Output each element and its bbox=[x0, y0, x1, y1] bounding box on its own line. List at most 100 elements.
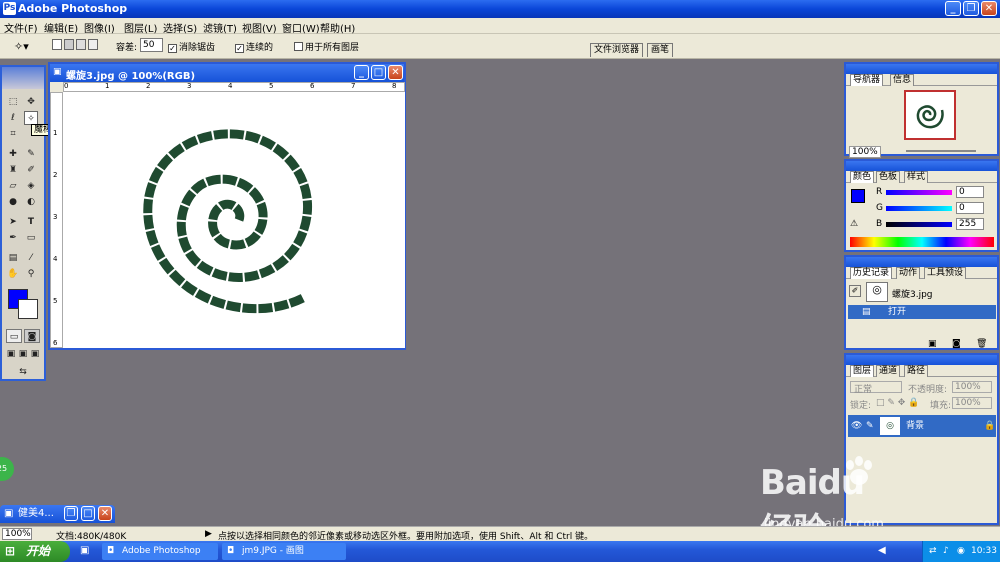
tray-volume-icon[interactable]: ♪ bbox=[943, 541, 949, 562]
intersect-selection-icon[interactable] bbox=[88, 39, 98, 50]
close-button[interactable]: ✕ bbox=[981, 1, 997, 16]
zoom-tool-icon[interactable]: ⚲ bbox=[24, 267, 38, 281]
tab-paths[interactable]: 路径 bbox=[904, 365, 929, 377]
trash-icon[interactable]: 🗑 bbox=[976, 339, 987, 349]
all-layers-checkbox[interactable]: 用于所有图层 bbox=[294, 40, 359, 53]
fill-input[interactable]: 100% bbox=[952, 397, 992, 409]
g-slider[interactable] bbox=[886, 206, 952, 211]
color-ramp[interactable] bbox=[850, 237, 994, 247]
menu-edit[interactable]: 编辑(E) bbox=[44, 20, 78, 35]
menu-image[interactable]: 图像(I) bbox=[84, 20, 115, 35]
shape-tool-icon[interactable]: ▭ bbox=[24, 231, 38, 245]
b-slider[interactable] bbox=[886, 222, 952, 227]
hand-tool-icon[interactable]: ✋ bbox=[6, 267, 20, 281]
new-snapshot-icon[interactable]: ◙ bbox=[952, 339, 961, 349]
tolerance-input[interactable]: 50 bbox=[140, 38, 163, 52]
anti-alias-checkbox[interactable]: ✓ 消除锯齿 bbox=[168, 40, 215, 53]
lock-icons[interactable]: □ ✎ ✥ 🔒 bbox=[876, 398, 919, 408]
background-color-swatch[interactable] bbox=[18, 299, 38, 319]
tab-channels[interactable]: 通道 bbox=[876, 365, 901, 377]
menu-window[interactable]: 窗口(W) bbox=[282, 20, 320, 35]
minimized-close-button[interactable]: ✕ bbox=[98, 506, 112, 521]
tab-file-browser[interactable]: 文件浏览器 bbox=[590, 43, 644, 57]
status-zoom[interactable]: 100% bbox=[2, 528, 32, 540]
g-value[interactable]: 0 bbox=[956, 202, 984, 214]
opacity-input[interactable]: 100% bbox=[952, 381, 992, 393]
menu-select[interactable]: 选择(S) bbox=[163, 20, 197, 35]
menu-help[interactable]: 帮助(H) bbox=[320, 20, 355, 35]
tab-navigator[interactable]: 导航器 bbox=[850, 74, 884, 86]
notification-badge[interactable]: 25 bbox=[0, 457, 14, 481]
minimized-maximize-button[interactable]: □ bbox=[81, 506, 95, 521]
menu-filter[interactable]: 滤镜(T) bbox=[203, 20, 237, 35]
navigator-zoom[interactable]: 100% bbox=[849, 146, 881, 158]
blur-tool-icon[interactable]: ● bbox=[6, 195, 20, 209]
bucket-tool-icon[interactable]: ◈ bbox=[24, 179, 38, 193]
history-step-row[interactable]: ▤ 打开 bbox=[848, 305, 996, 319]
jump-to-imageready-icon[interactable]: ⇆ bbox=[8, 365, 38, 379]
navigator-preview[interactable] bbox=[904, 90, 956, 140]
tab-styles[interactable]: 样式 bbox=[904, 171, 929, 183]
restore-button[interactable]: ❐ bbox=[963, 1, 979, 16]
screen-mode-1-icon[interactable]: ▣ bbox=[6, 347, 16, 361]
history-brush-source-icon[interactable]: ✐ bbox=[849, 285, 861, 297]
move-tool-icon[interactable]: ✥ bbox=[24, 95, 38, 109]
minimized-restore-button[interactable]: ❐ bbox=[64, 506, 78, 521]
start-button[interactable]: ⊞ 开始 bbox=[0, 541, 70, 562]
color-fg-swatch[interactable] bbox=[851, 189, 865, 203]
tray-clock[interactable]: 10:33 bbox=[971, 541, 997, 562]
quick-launch-icon[interactable]: ▣ bbox=[80, 545, 89, 556]
magic-wand-icon[interactable]: ✧▾ bbox=[14, 40, 29, 53]
tab-actions[interactable]: 动作 bbox=[896, 267, 921, 279]
marquee-tool-icon[interactable]: ⬚ bbox=[6, 95, 20, 109]
eye-icon[interactable]: 👁 bbox=[851, 415, 862, 437]
dodge-tool-icon[interactable]: ◐ bbox=[24, 195, 38, 209]
task-paint[interactable]: ◘ jm9.JPG - 画图 bbox=[222, 543, 346, 560]
doc-minimize-button[interactable]: _ bbox=[354, 65, 369, 80]
layer-row[interactable]: 👁 ✎ ◎ 背景 🔒 bbox=[848, 415, 996, 437]
status-arrow-icon[interactable]: ▶ bbox=[205, 529, 212, 539]
r-value[interactable]: 0 bbox=[956, 186, 984, 198]
tab-history[interactable]: 历史记录 bbox=[850, 267, 893, 279]
navigator-zoom-slider[interactable] bbox=[906, 150, 976, 152]
screen-mode-3-icon[interactable]: ▣ bbox=[30, 347, 40, 361]
type-tool-icon[interactable]: T bbox=[24, 215, 38, 229]
minimized-document[interactable]: ▣ 健美4... ❐ □ ✕ bbox=[0, 505, 115, 523]
magic-wand-tool-icon[interactable]: ✧ bbox=[24, 111, 38, 125]
b-value[interactable]: 255 bbox=[956, 218, 984, 230]
snapshot-name[interactable]: 螺旋3.jpg bbox=[892, 287, 933, 300]
new-document-icon[interactable]: ▣ bbox=[928, 339, 937, 349]
taskbar-tray-arrow-icon[interactable]: ◀ bbox=[878, 545, 886, 556]
healing-tool-icon[interactable]: ✚ bbox=[6, 147, 20, 161]
brush-tool-icon[interactable]: ✎ bbox=[24, 147, 38, 161]
subtract-selection-icon[interactable] bbox=[76, 39, 86, 50]
task-photoshop[interactable]: ◘ Adobe Photoshop bbox=[102, 543, 218, 560]
menu-file[interactable]: 文件(F) bbox=[4, 20, 38, 35]
menu-view[interactable]: 视图(V) bbox=[242, 20, 277, 35]
pen-tool-icon[interactable]: ✒ bbox=[6, 231, 20, 245]
path-select-icon[interactable]: ➤ bbox=[6, 215, 20, 229]
tab-swatches[interactable]: 色板 bbox=[876, 171, 901, 183]
lasso-tool-icon[interactable]: ℓ bbox=[6, 111, 20, 125]
crop-tool-icon[interactable]: ⌗ bbox=[6, 127, 20, 141]
tray-security-icon[interactable]: ◉ bbox=[957, 541, 965, 562]
add-selection-icon[interactable] bbox=[64, 39, 74, 50]
tab-layers[interactable]: 图层 bbox=[850, 365, 875, 377]
tab-brush[interactable]: 画笔 bbox=[647, 43, 674, 57]
tab-info[interactable]: 信息 bbox=[890, 74, 915, 86]
blend-mode-select[interactable]: 正常 bbox=[850, 381, 902, 395]
standard-mode-icon[interactable]: ▭ bbox=[6, 329, 22, 343]
screen-mode-2-icon[interactable]: ▣ bbox=[18, 347, 28, 361]
image-canvas[interactable] bbox=[63, 92, 405, 348]
history-brush-icon[interactable]: ✐ bbox=[24, 163, 38, 177]
r-slider[interactable] bbox=[886, 190, 952, 195]
eraser-tool-icon[interactable]: ▱ bbox=[6, 179, 20, 193]
eyedropper-tool-icon[interactable]: ⁄ bbox=[24, 251, 38, 265]
quick-mask-icon[interactable]: ◙ bbox=[24, 329, 40, 343]
notes-tool-icon[interactable]: ▤ bbox=[6, 251, 20, 265]
new-selection-icon[interactable] bbox=[52, 39, 62, 50]
doc-maximize-button[interactable]: □ bbox=[371, 65, 386, 80]
stamp-tool-icon[interactable]: ♜ bbox=[6, 163, 20, 177]
doc-close-button[interactable]: ✕ bbox=[388, 65, 403, 80]
tab-color[interactable]: 颜色 bbox=[850, 171, 875, 183]
